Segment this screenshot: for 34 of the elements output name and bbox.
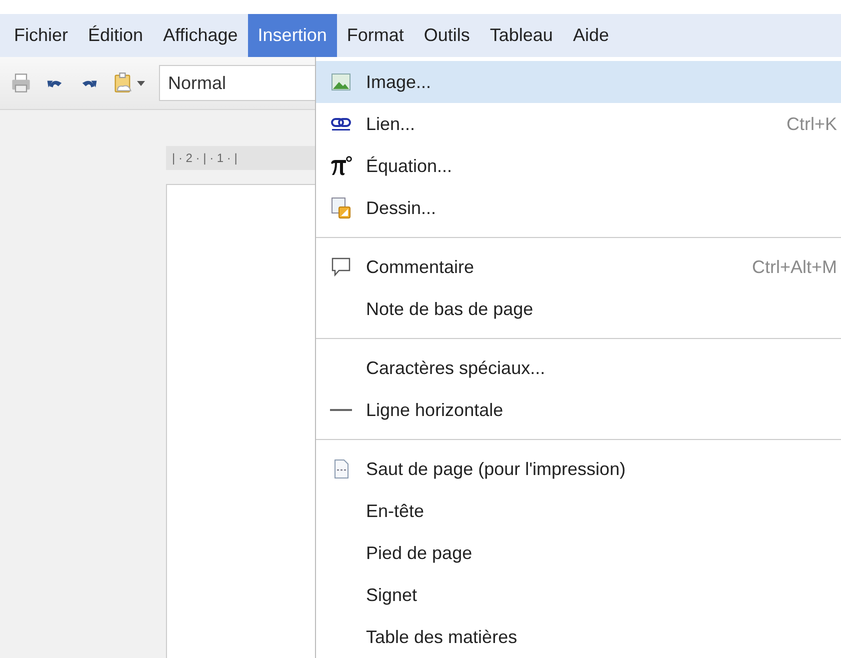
menu-item[interactable]: Commentaire Ctrl+Alt+M (316, 246, 841, 288)
menu-item[interactable]: Saut de page (pour l'impression) (316, 448, 841, 490)
clipboard-icon (112, 72, 134, 94)
paste-dropdown[interactable] (112, 72, 145, 94)
menu-item[interactable]: Lien... Ctrl+K (316, 103, 841, 145)
drawing-icon (331, 197, 351, 219)
menu-item[interactable]: Note de bas de page (316, 288, 841, 330)
menu-item[interactable]: En-tête (316, 490, 841, 532)
menu-item[interactable]: Table des matières (316, 616, 841, 658)
link-icon (331, 116, 351, 132)
horizontal-line-icon (330, 408, 352, 412)
menu-tab[interactable]: Édition (78, 14, 154, 57)
menu-item[interactable]: Dessin... (316, 187, 841, 229)
ruler: | · 2 · | · 1 · | (166, 146, 315, 170)
pi-icon (330, 155, 352, 177)
menu-item[interactable]: Signet (316, 574, 841, 616)
image-icon (331, 73, 351, 91)
menu-tab[interactable]: Aide (562, 14, 619, 57)
menu-tab[interactable]: Affichage (153, 14, 248, 57)
menu-tab[interactable]: Outils (414, 14, 480, 57)
style-select[interactable]: Normal (159, 65, 315, 101)
print-icon[interactable] (10, 72, 32, 94)
menu-tab[interactable]: Insertion (248, 14, 337, 57)
menu-item[interactable]: Caractères spéciaux... (316, 347, 841, 389)
menu-tab[interactable]: Tableau (480, 14, 563, 57)
menu-tab[interactable]: Format (336, 14, 414, 57)
menu-item[interactable]: Ligne horizontale (316, 389, 841, 431)
comment-icon (331, 257, 351, 277)
menu-tab[interactable]: Fichier (4, 14, 78, 57)
page-break-icon (332, 459, 350, 479)
menu-item[interactable]: Pied de page (316, 532, 841, 574)
menu-item[interactable]: Image... (316, 61, 841, 103)
menu-item[interactable]: Équation... (316, 145, 841, 187)
caret-icon (137, 80, 145, 86)
